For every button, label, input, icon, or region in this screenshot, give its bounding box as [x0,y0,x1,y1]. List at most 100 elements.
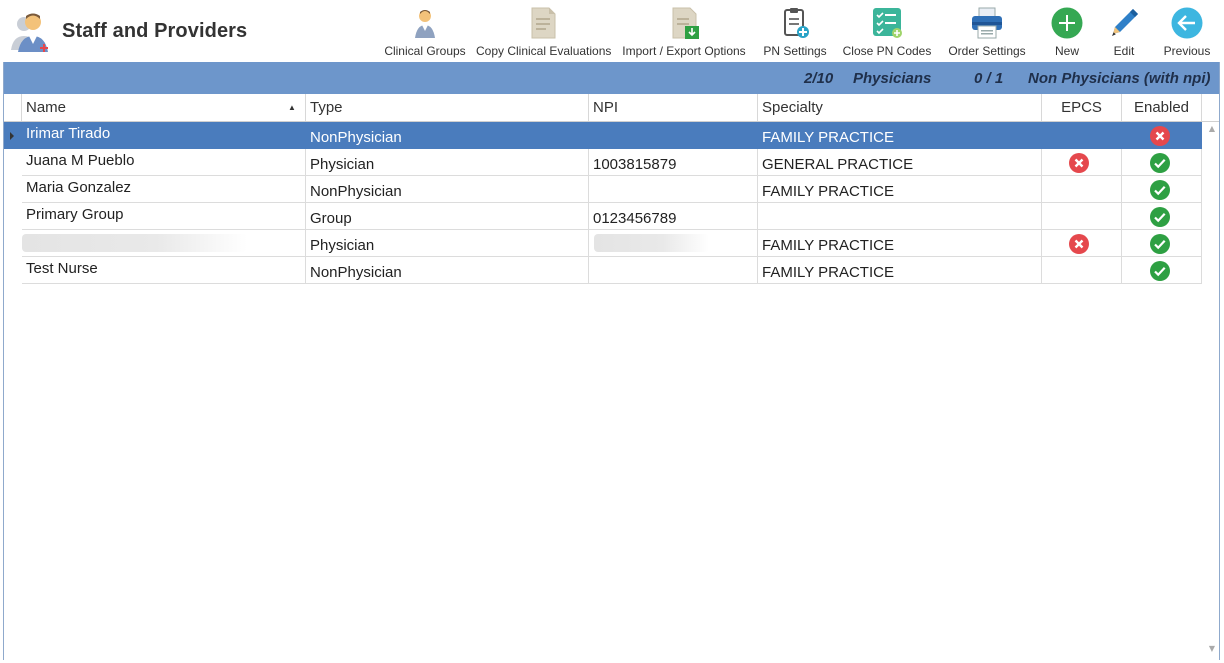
cell-enabled[interactable] [1122,203,1202,230]
printer-icon [972,7,1002,39]
clinical-groups-label: Clinical Groups [384,44,466,58]
cell-enabled[interactable] [1122,122,1202,149]
import-export-options-label: Import / Export Options [622,44,746,58]
cell-name[interactable]: Primary Group [22,203,306,230]
cell-epcs[interactable] [1042,257,1122,284]
staff-providers-logo-icon [11,13,48,52]
new-button[interactable]: New [1042,4,1092,60]
cell-npi[interactable] [589,257,758,284]
order-settings-label: Order Settings [948,44,1026,58]
cell-name[interactable]: Test Nurse [22,257,306,284]
table-row[interactable]: Irimar Tirado NonPhysician FAMILY PRACTICE [4,122,1202,149]
table-row[interactable]: Juana M Pueblo Physician 1003815879 GENERAL… [4,149,1202,176]
table-row[interactable]: Test Nurse NonPhysician FAMILY PRACTICE [4,257,1202,284]
edit-label: Edit [1113,44,1135,58]
cell-specialty[interactable]: FAMILY PRACTICE [758,230,1042,257]
new-label: New [1054,44,1079,58]
cell-name[interactable]: Juana M Pueblo [22,149,306,176]
providers-grid: Name ▲ Type NPI Specialty EPCS Enabled I… [4,94,1219,660]
cell-enabled[interactable] [1122,176,1202,203]
previous-label: Previous [1163,44,1211,58]
cell-name[interactable]: Irimar Tirado [22,122,306,149]
import-export-icon [672,7,699,39]
column-header-enabled[interactable]: Enabled [1122,94,1202,121]
enabled-check-icon [1150,234,1170,254]
close-pn-codes-button[interactable]: Close PN Codes [842,4,932,60]
column-header-specialty[interactable]: Specialty [758,94,1042,121]
non-physicians-count: 0 / 1 [974,70,1004,87]
cell-type[interactable]: Physician [306,230,589,257]
copy-clinical-evaluations-label: Copy Clinical Evaluations [476,44,612,58]
edit-button[interactable]: Edit [1100,4,1148,60]
grid-header-row: Name ▲ Type NPI Specialty EPCS Enabled [4,94,1219,122]
copy-clinical-evaluations-button[interactable]: Copy Clinical Evaluations [476,4,612,60]
column-header-name[interactable]: Name ▲ [22,94,306,121]
cell-name[interactable] [22,230,306,257]
non-physicians-label: Non Physicians (with npi) [1028,70,1211,87]
checklist-icon [873,8,902,38]
cell-epcs[interactable] [1042,230,1122,257]
cell-specialty-text: GENERAL PRACTICE [762,156,914,173]
cell-name-text: Maria Gonzalez [26,179,132,196]
cell-specialty[interactable]: FAMILY PRACTICE [758,122,1042,149]
cell-type-text: NonPhysician [310,183,402,200]
cell-type-text: NonPhysician [310,264,402,281]
cell-name-text: Primary Group [26,206,124,223]
cell-type[interactable]: NonPhysician [306,122,589,149]
summary-bar: 2/10 Physicians 0 / 1 Non Physicians (wi… [4,62,1219,94]
cell-npi-text: 0123456789 [593,210,677,227]
column-header-epcs[interactable]: EPCS [1042,94,1122,121]
scroll-down-arrow-icon[interactable]: ▼ [1207,644,1217,654]
order-settings-button[interactable]: Order Settings [944,4,1030,60]
cell-type-text: Physician [310,156,375,173]
column-header-npi[interactable]: NPI [589,94,758,121]
table-row[interactable]: Primary Group Group 0123456789 [4,203,1202,230]
cell-npi[interactable] [589,122,758,149]
cell-specialty-text: FAMILY PRACTICE [762,237,894,254]
page-title: Staff and Providers [62,20,248,42]
cell-specialty-text: FAMILY PRACTICE [762,129,894,146]
physicians-count: 2/10 [804,70,834,87]
redacted-npi [594,234,709,252]
previous-button[interactable]: Previous [1160,4,1214,60]
cell-specialty[interactable] [758,203,1042,230]
clinical-groups-button[interactable]: Clinical Groups [384,4,466,60]
cell-epcs[interactable] [1042,149,1122,176]
cell-npi[interactable]: 0123456789 [589,203,758,230]
import-export-options-button[interactable]: Import / Export Options [618,4,750,60]
enabled-check-icon [1150,207,1170,227]
cell-epcs[interactable] [1042,122,1122,149]
pencil-icon [1112,9,1138,36]
scroll-up-arrow-icon[interactable]: ▲ [1207,124,1217,134]
cell-type[interactable]: Group [306,203,589,230]
document-icon [531,7,556,39]
row-header-corner [4,94,22,121]
table-row[interactable]: Maria Gonzalez NonPhysician FAMILY PRACTIC… [4,176,1202,203]
cell-enabled[interactable] [1122,257,1202,284]
cell-type[interactable]: NonPhysician [306,176,589,203]
cell-enabled[interactable] [1122,230,1202,257]
sort-ascending-icon: ▲ [288,103,296,112]
cell-specialty-text: FAMILY PRACTICE [762,264,894,281]
cell-npi[interactable] [589,176,758,203]
clinical-groups-icon [415,10,435,38]
cell-type[interactable]: Physician [306,149,589,176]
cell-npi[interactable] [589,230,758,257]
pn-settings-label: PN Settings [763,44,827,58]
pn-settings-button[interactable]: PN Settings [760,4,830,60]
table-row[interactable]: Physician FAMILY PRACTICE [4,230,1202,257]
cell-type[interactable]: NonPhysician [306,257,589,284]
cell-epcs[interactable] [1042,203,1122,230]
redacted-name [22,234,247,252]
cell-type-text: Group [310,210,352,227]
cell-specialty[interactable]: GENERAL PRACTICE [758,149,1042,176]
cell-name[interactable]: Maria Gonzalez [22,176,306,203]
physicians-label: Physicians [853,70,932,87]
cell-enabled[interactable] [1122,149,1202,176]
cell-specialty[interactable]: FAMILY PRACTICE [758,176,1042,203]
cell-specialty[interactable]: FAMILY PRACTICE [758,257,1042,284]
cell-epcs[interactable] [1042,176,1122,203]
cell-npi[interactable]: 1003815879 [589,149,758,176]
column-header-type[interactable]: Type [306,94,589,121]
back-arrow-icon [1171,7,1203,39]
